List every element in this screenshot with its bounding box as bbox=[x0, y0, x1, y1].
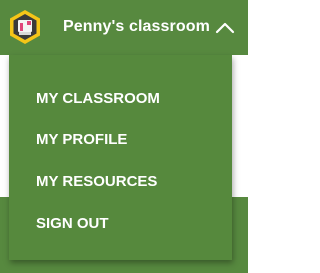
classroom-avatar-icon bbox=[7, 9, 43, 45]
classroom-name[interactable]: Penny's classroom bbox=[63, 18, 210, 36]
account-dropdown-menu: MY CLASSROOM MY PROFILE MY RESOURCES SIG… bbox=[9, 55, 232, 260]
chevron-up-icon[interactable] bbox=[215, 20, 235, 36]
menu-item-sign-out[interactable]: SIGN OUT bbox=[36, 215, 109, 232]
menu-item-my-profile[interactable]: MY PROFILE bbox=[36, 131, 127, 148]
menu-item-my-resources[interactable]: MY RESOURCES bbox=[36, 173, 157, 190]
classroom-header[interactable]: Penny's classroom bbox=[0, 0, 248, 55]
menu-item-my-classroom[interactable]: MY CLASSROOM bbox=[36, 90, 160, 107]
